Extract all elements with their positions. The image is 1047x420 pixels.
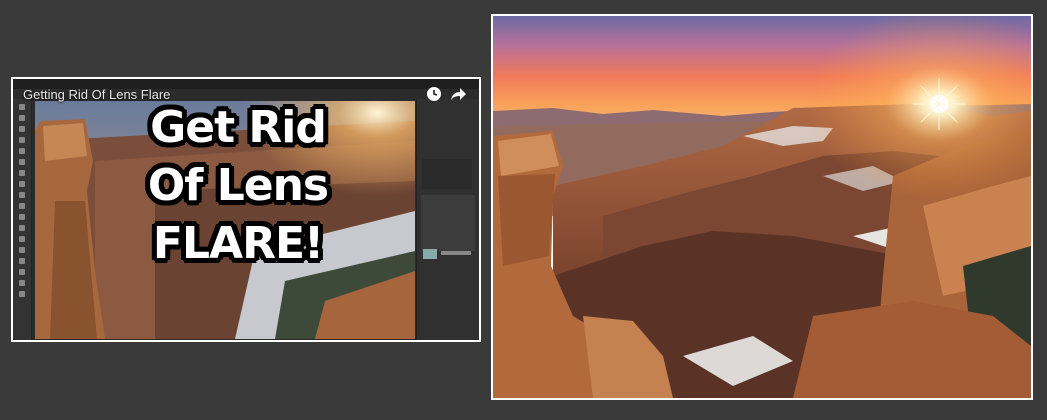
share-icon[interactable] xyxy=(449,85,467,103)
result-photo xyxy=(491,14,1033,400)
layers-panel xyxy=(416,99,479,340)
overlay-line: Get Rid xyxy=(150,102,327,153)
photoshop-screenshot: Getting Rid Of Lens Flare Get Rid Of Len… xyxy=(13,79,479,340)
grand-canyon-sunset-photo xyxy=(493,16,1031,398)
overlay-line: FLARE! xyxy=(152,218,324,269)
clock-icon[interactable] xyxy=(425,85,443,103)
video-thumbnail[interactable]: Getting Rid Of Lens Flare Get Rid Of Len… xyxy=(11,77,481,342)
overlay-line: Of Lens xyxy=(147,160,329,211)
tools-panel xyxy=(13,99,32,340)
overlay-headline: Get Rid Of Lens FLARE! xyxy=(113,99,363,273)
layer-thumbnail[interactable] xyxy=(423,249,437,259)
